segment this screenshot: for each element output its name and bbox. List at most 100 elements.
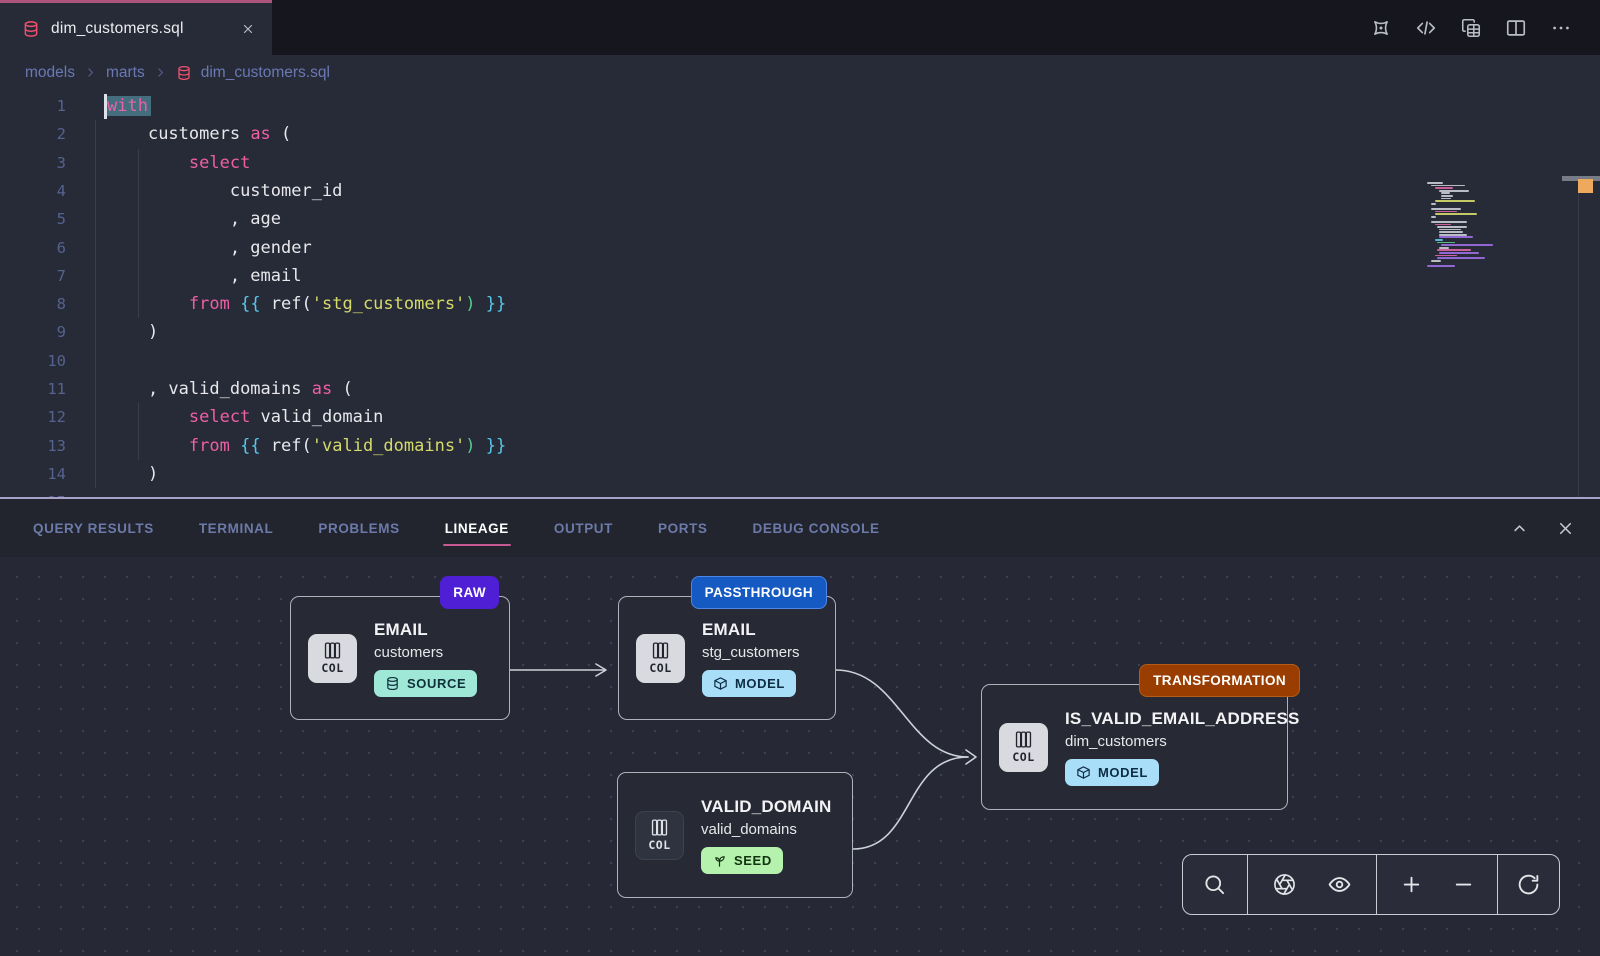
code-line-1: with <box>107 92 151 120</box>
line-number: 1 <box>0 92 66 120</box>
column-icon: COL <box>635 811 684 860</box>
overview-marker <box>1578 179 1593 193</box>
cube-icon <box>1076 765 1091 780</box>
lineage-node-valid_domains[interactable]: COL VALID_DOMAIN valid_domains SEED <box>617 772 853 898</box>
panel-tab-output[interactable]: OUTPUT <box>554 499 613 557</box>
editor-actions <box>1369 0 1600 55</box>
lineage-node-customers[interactable]: RAWCOLEMAILcustomersSOURCE <box>290 596 510 720</box>
column-label: COL <box>1012 750 1034 764</box>
columns-icon <box>651 641 670 660</box>
database-icon <box>385 676 400 691</box>
panel-tab-ports[interactable]: PORTS <box>658 499 708 557</box>
node-badge-model: MODEL <box>702 670 796 697</box>
node-subtitle: dim_customers <box>1065 733 1167 750</box>
code-line-7: , email <box>107 262 301 290</box>
code-line-14: ) <box>107 460 158 488</box>
node-tag-raw: RAW <box>440 576 499 609</box>
node-tag-transformation: TRANSFORMATION <box>1139 664 1300 697</box>
node-subtitle: stg_customers <box>702 644 800 661</box>
line-number: 6 <box>0 234 66 262</box>
edge-valid-domains-to-dim-customers <box>853 757 968 849</box>
app-window: dim_customers.sql models marts dim_custome… <box>0 0 1600 956</box>
panel-tab-terminal[interactable]: TERMINAL <box>199 499 274 557</box>
zoom-in-icon[interactable] <box>1393 867 1429 903</box>
node-title: EMAIL <box>702 620 756 640</box>
node-subtitle: customers <box>374 644 443 661</box>
chevron-right-icon <box>84 66 97 79</box>
line-number: 7 <box>0 262 66 290</box>
close-icon[interactable] <box>238 19 258 39</box>
zoom-out-icon[interactable] <box>1445 867 1481 903</box>
code-line-5: , age <box>107 205 281 233</box>
node-title: IS_VALID_EMAIL_ADDRESS <box>1065 709 1300 729</box>
node-tag-passthrough: PASSTHROUGH <box>691 576 827 609</box>
aperture-icon[interactable] <box>1266 867 1302 903</box>
close-icon[interactable] <box>1554 517 1576 539</box>
lineage-canvas[interactable]: RAW COL EMAIL customers SOURCE PASSTHROUGH COL… <box>0 557 1600 956</box>
panel-tab-lineage[interactable]: LINEAGE <box>445 499 509 557</box>
minimap[interactable] <box>1425 182 1531 268</box>
line-number: 3 <box>0 149 66 177</box>
toolbar-group <box>1183 855 1247 914</box>
node-badge-source: SOURCE <box>374 670 477 697</box>
eye-icon[interactable] <box>1321 867 1357 903</box>
breadcrumb: models marts dim_customers.sql <box>0 55 1600 90</box>
copy-table-icon[interactable] <box>1459 16 1483 40</box>
overview-ruler <box>1578 176 1579 497</box>
seed-icon <box>712 853 727 868</box>
line-number: 13 <box>0 432 66 460</box>
column-label: COL <box>321 661 343 675</box>
node-badge-seed: SEED <box>701 847 783 874</box>
breadcrumb-file[interactable]: dim_customers.sql <box>201 64 330 82</box>
tab-title: dim_customers.sql <box>51 20 184 38</box>
dbt-icon[interactable] <box>1369 16 1393 40</box>
columns-icon <box>1014 730 1033 749</box>
columns-icon <box>323 641 342 660</box>
split-editor-icon[interactable] <box>1504 16 1528 40</box>
lineage-node-dim_customers[interactable]: TRANSFORMATIONCOLIS_VALID_EMAIL_ADDRESSd… <box>981 684 1288 810</box>
node-title: EMAIL <box>374 620 428 640</box>
code-line-9: ) <box>107 318 158 346</box>
code-line-8: from {{ ref('stg_customers') }} <box>107 290 506 318</box>
lineage-toolbar <box>1182 854 1560 915</box>
node-title: VALID_DOMAIN <box>701 797 832 817</box>
line-number: 4 <box>0 177 66 205</box>
panel-tab-query-results[interactable]: QUERY RESULTS <box>33 499 154 557</box>
search-icon[interactable] <box>1197 867 1233 903</box>
code-line-12: select valid_domain <box>107 403 383 431</box>
node-subtitle: valid_domains <box>701 821 797 838</box>
code-line-3: select <box>107 149 250 177</box>
line-number: 12 <box>0 403 66 431</box>
toolbar-group <box>1376 855 1497 914</box>
column-icon: COL <box>308 634 357 683</box>
code-editor[interactable]: 123456789101112131415 with customers as … <box>0 90 1600 497</box>
code-line-2: customers as ( <box>107 120 291 148</box>
editor-tab[interactable]: dim_customers.sql <box>0 0 272 55</box>
toolbar-group <box>1247 855 1376 914</box>
panel-tab-problems[interactable]: PROBLEMS <box>318 499 399 557</box>
code-line-13: from {{ ref('valid_domains') }} <box>107 432 506 460</box>
chevron-up-icon[interactable] <box>1508 517 1530 539</box>
code-icon[interactable] <box>1414 16 1438 40</box>
database-icon <box>22 20 40 38</box>
breadcrumb-item-marts[interactable]: marts <box>106 64 145 82</box>
line-number: 15 <box>0 488 66 497</box>
indent-guide <box>138 149 139 319</box>
node-badge-model: MODEL <box>1065 759 1159 786</box>
line-number: 10 <box>0 347 66 375</box>
line-number: 8 <box>0 290 66 318</box>
column-label: COL <box>649 661 671 675</box>
columns-icon <box>650 818 669 837</box>
edge-stg-customers-to-dim-customers <box>836 670 968 757</box>
refresh-icon[interactable] <box>1511 867 1547 903</box>
lineage-node-stg_customers[interactable]: PASSTHROUGHCOLEMAILstg_customersMODEL <box>618 596 836 720</box>
panel-tab-debug-console[interactable]: DEBUG CONSOLE <box>753 499 880 557</box>
breadcrumb-item-models[interactable]: models <box>25 64 75 82</box>
arrowhead <box>966 750 976 764</box>
line-number: 2 <box>0 120 66 148</box>
text-cursor <box>104 94 107 119</box>
indent-guide <box>138 403 139 460</box>
ellipsis-icon[interactable] <box>1549 16 1573 40</box>
line-number: 14 <box>0 460 66 488</box>
panel-actions <box>1508 499 1576 557</box>
